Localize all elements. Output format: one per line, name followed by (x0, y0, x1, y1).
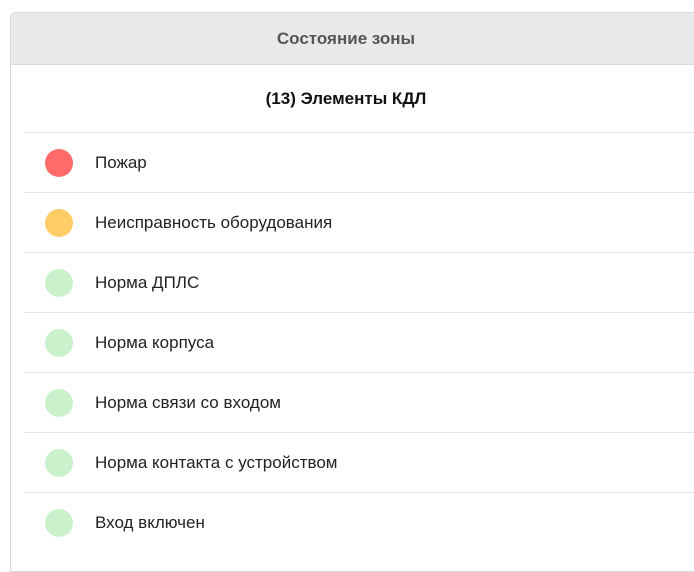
status-list: Пожар Неисправность оборудования Норма Д… (25, 133, 694, 553)
zone-state-panel: Состояние зоны (13) Элементы КДЛ Пожар Н… (10, 12, 694, 572)
status-item-fire: Пожар (25, 133, 694, 193)
status-dot-icon (45, 509, 73, 537)
status-item-input-enabled: Вход включен (25, 493, 694, 553)
zone-name: (13) Элементы КДЛ (265, 88, 427, 108)
status-label: Норма ДПЛС (95, 272, 200, 292)
status-item-dpls: Норма ДПЛС (25, 253, 694, 313)
panel-header: Состояние зоны (11, 13, 694, 65)
status-item-input-link: Норма связи со входом (25, 373, 694, 433)
status-label: Неисправность оборудования (95, 212, 333, 232)
status-dot-icon (45, 388, 73, 417)
status-item-case: Норма корпуса (25, 313, 694, 373)
status-label: Вход включен (95, 513, 205, 532)
status-item-fault: Неисправность оборудования (25, 193, 694, 253)
status-label: Норма корпуса (95, 332, 215, 352)
status-dot-icon (45, 268, 73, 297)
status-dot-icon (45, 208, 73, 237)
status-label: Пожар (95, 152, 147, 172)
zone-subheader: (13) Элементы КДЛ (25, 65, 694, 133)
panel-title: Состояние зоны (276, 28, 416, 48)
status-item-device-contact: Норма контакта с устройством (25, 433, 694, 493)
status-dot-icon (45, 448, 73, 477)
status-label: Норма связи со входом (95, 392, 281, 412)
status-label: Норма контакта с устройством (95, 452, 338, 472)
status-dot-icon (45, 148, 73, 177)
status-dot-icon (45, 328, 73, 357)
